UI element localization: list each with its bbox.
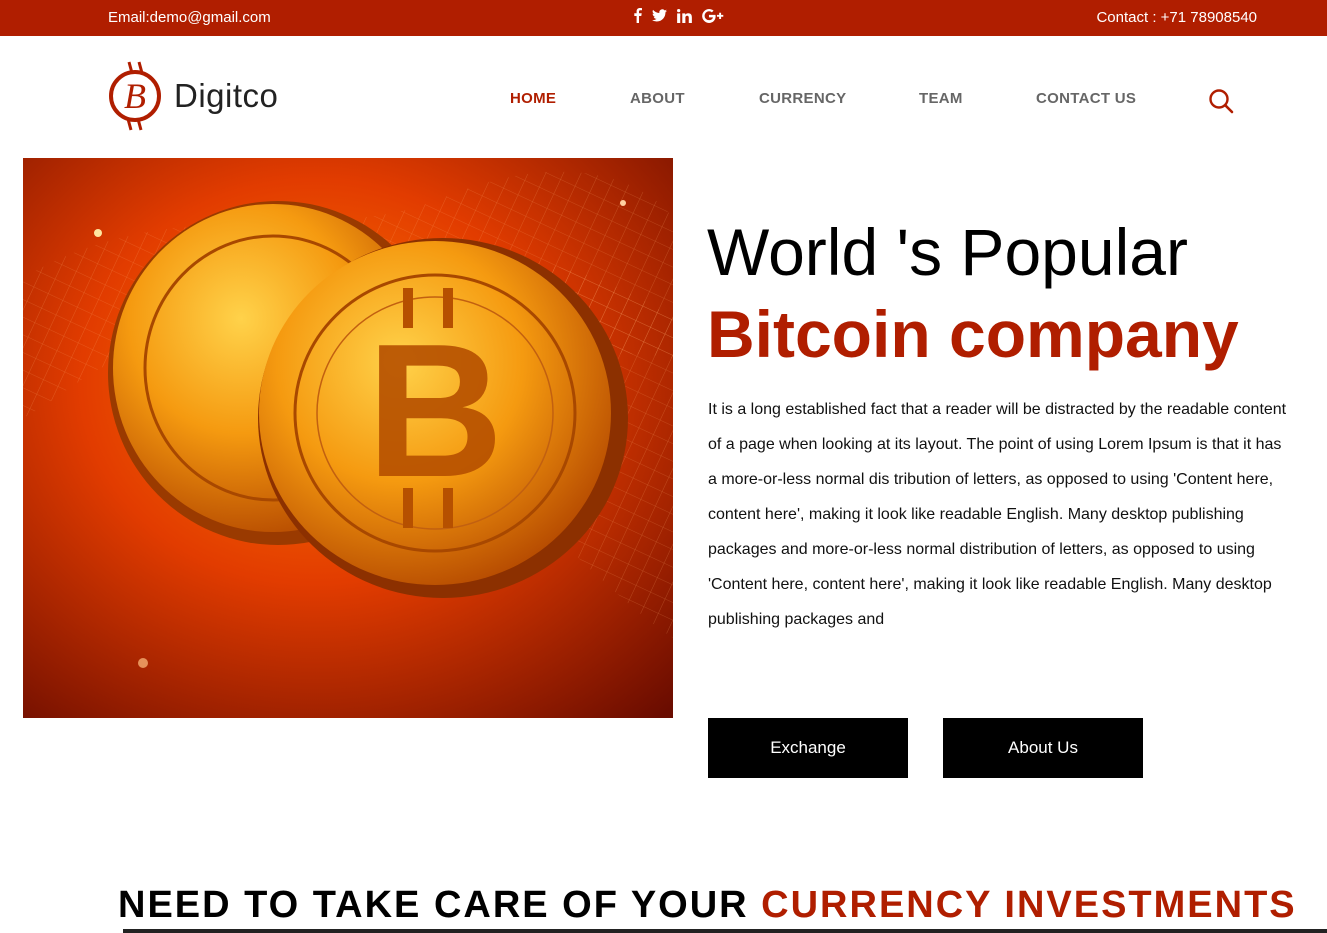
section-title-part2: CURRENCY INVESTMENTS [761,884,1297,926]
facebook-icon[interactable] [634,8,642,23]
social-links [634,8,724,23]
bottom-divider [123,929,1327,933]
hero-bitcoin-image: B [23,158,673,718]
contact-phone: Contact : +71 78908540 [1096,9,1257,26]
linkedin-icon[interactable] [677,8,692,23]
svg-text:B: B [124,76,146,116]
hero-paragraph: It is a long established fact that a rea… [708,401,1287,628]
section-title-part1: NEED TO TAKE CARE OF YOUR [118,884,762,926]
exchange-button[interactable]: Exchange [708,718,908,778]
search-icon[interactable] [1208,88,1234,114]
header: B Digitco HOME ABOUT CURRENCY TEAM CONTA… [0,36,1327,156]
logo[interactable]: B Digitco [107,60,278,132]
top-bar: Email:demo@gmail.com Contact : +71 78908… [0,0,1327,36]
svg-text:B: B [366,305,503,517]
about-us-button[interactable]: About Us [943,718,1143,778]
logo-text: Digitco [174,77,279,114]
google-plus-icon[interactable] [702,8,724,23]
hero-title-line2: Bitcoin company [707,297,1239,371]
nav-home[interactable]: HOME [510,90,556,107]
nav-currency[interactable]: CURRENCY [759,90,846,107]
hero-title-line1: World 's Popular [707,215,1188,289]
section-title: NEED TO TAKE CARE OF YOUR CURRENCY INVES… [118,884,1297,927]
email-text: Email:demo@gmail.com [108,9,271,26]
nav-contact-us[interactable]: CONTACT US [1036,90,1136,107]
twitter-icon[interactable] [652,9,667,22]
nav-team[interactable]: TEAM [919,90,963,107]
nav-about[interactable]: ABOUT [630,90,685,107]
logo-mark-icon: B [109,61,161,131]
